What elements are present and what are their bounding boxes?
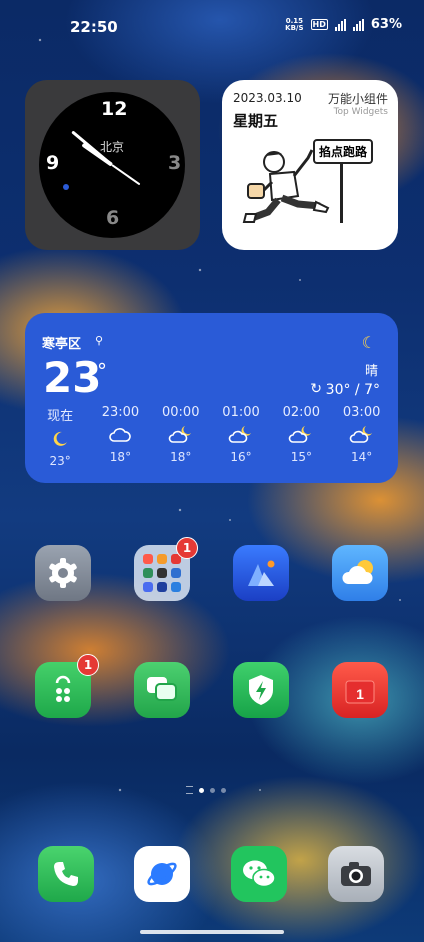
sun-cloud-icon (342, 560, 373, 584)
home-indicator[interactable] (140, 930, 284, 934)
notes-count: 1 (356, 686, 364, 702)
clock-number-9: 9 (46, 152, 60, 174)
moon-icon: ☾ (361, 333, 376, 352)
shopping-bag-icon (55, 675, 71, 702)
photos-app[interactable] (233, 545, 289, 601)
gear-icon (49, 558, 77, 588)
camera-app[interactable] (328, 846, 384, 902)
network-speed: 0.15 KB/S (285, 17, 304, 32)
top-widgets-card[interactable]: 2023.03.10 星期五 万能小组件 Top Widgets 掐点跑路 (222, 80, 398, 250)
moon-icon (30, 426, 90, 452)
partly-cloudy-night-icon (211, 422, 271, 448)
network-speed-unit: KB/S (285, 23, 304, 32)
phone-icon (54, 862, 78, 886)
hourly-temp: 14° (350, 450, 373, 464)
location-pin-icon: ⚲ (95, 334, 104, 347)
weather-current-temp: 23 (43, 353, 102, 402)
shield-bolt-icon (249, 675, 273, 705)
refresh-icon[interactable]: ↻ (310, 381, 322, 397)
hourly-time: 00:00 (162, 405, 200, 420)
hourly-item: 01:00 16° (211, 405, 271, 468)
hourly-temp: 23° (49, 454, 71, 468)
widget-date: 2023.03.10 (233, 91, 302, 105)
clock-widget[interactable]: 12 3 6 9 北京 (25, 80, 200, 250)
page-dot-active (199, 787, 204, 793)
app-folder[interactable]: 1 (134, 537, 198, 601)
clock-number-3: 3 (168, 152, 182, 174)
camera-icon (341, 862, 371, 886)
running-man-illustration (242, 149, 330, 223)
cloudy-icon (90, 422, 150, 448)
signal-icon-2 (352, 18, 364, 31)
hourly-item: 23:00 18° (90, 405, 150, 468)
weather-location: 寒亭区 (42, 337, 82, 352)
hourly-temp: 16° (230, 450, 252, 464)
hourly-item: 03:00 14° (331, 405, 391, 468)
status-right-group: 0.15 KB/S HD 63% (285, 17, 402, 32)
hd-icon: HD (310, 19, 328, 30)
hourly-item: 现在 23° (30, 405, 90, 468)
widget-brand-cn: 万能小组件 (327, 92, 388, 106)
clock-city: 北京 (99, 140, 124, 154)
clock-number-12: 12 (101, 98, 128, 120)
status-bar: 22:50 0.15 KB/S HD 63% (0, 0, 424, 52)
folder-icons-grid (143, 554, 181, 592)
browser-app[interactable] (134, 846, 190, 902)
clock-dot (63, 184, 69, 190)
weather-high-low: 30° / 7° (325, 382, 380, 398)
hourly-item: 02:00 15° (271, 405, 331, 468)
notes-app[interactable]: 1 (332, 662, 388, 718)
weather-condition: 晴 (364, 364, 378, 379)
widget-brand-en: Top Widgets (333, 107, 388, 117)
hourly-item: 00:00 18° (151, 405, 211, 468)
partly-cloudy-night-icon (151, 422, 211, 448)
phone-manager-app[interactable] (233, 662, 289, 718)
planet-icon (147, 862, 177, 886)
status-time: 22:50 (70, 18, 118, 36)
partly-cloudy-night-icon (331, 422, 391, 448)
hourly-time: 02:00 (282, 405, 321, 420)
battery-percent: 63% (370, 17, 402, 32)
hourly-time: 现在 (47, 409, 74, 424)
clock-face: 12 3 6 9 北京 (39, 92, 185, 238)
page-indicator-list (186, 786, 193, 794)
notification-badge: 1 (176, 537, 198, 559)
page-dot (210, 787, 215, 793)
hourly-forecast: 现在 23° 23:00 18° 00:00 18° 01:00 16° 02:… (30, 405, 392, 468)
hourly-time: 01:00 (222, 405, 260, 420)
widget-weekday: 星期五 (233, 112, 279, 130)
hourly-temp: 18° (109, 450, 132, 464)
signal-icon-1 (334, 18, 346, 31)
hourly-time: 03:00 (342, 405, 381, 420)
clock-second-hand (111, 164, 141, 186)
hourly-time: 23:00 (101, 405, 140, 420)
weather-app[interactable] (332, 545, 388, 601)
chat-bubbles-icon (147, 677, 177, 701)
calendar-note-icon: 1 (345, 680, 375, 704)
clock-number-6: 6 (106, 207, 120, 229)
weather-widget[interactable]: 寒亭区 ⚲ ☾ 23 ° 晴 ↻ 30° / 7° 现在 23° 23:00 1… (25, 313, 398, 483)
wechat-app[interactable] (231, 846, 287, 902)
mountain-icon (248, 560, 275, 586)
app-store[interactable]: 1 (35, 654, 99, 718)
page-dot (221, 787, 226, 793)
wechat-icon (243, 860, 276, 888)
partly-cloudy-night-icon (271, 422, 331, 448)
notification-badge: 1 (77, 654, 99, 676)
settings-app[interactable] (35, 545, 91, 601)
page-indicator[interactable] (186, 786, 226, 794)
messages-app[interactable] (134, 662, 190, 718)
phone-app[interactable] (38, 846, 94, 902)
hourly-temp: 15° (290, 450, 312, 464)
hourly-temp: 18° (170, 450, 192, 464)
weather-temp-unit: ° (97, 359, 107, 383)
